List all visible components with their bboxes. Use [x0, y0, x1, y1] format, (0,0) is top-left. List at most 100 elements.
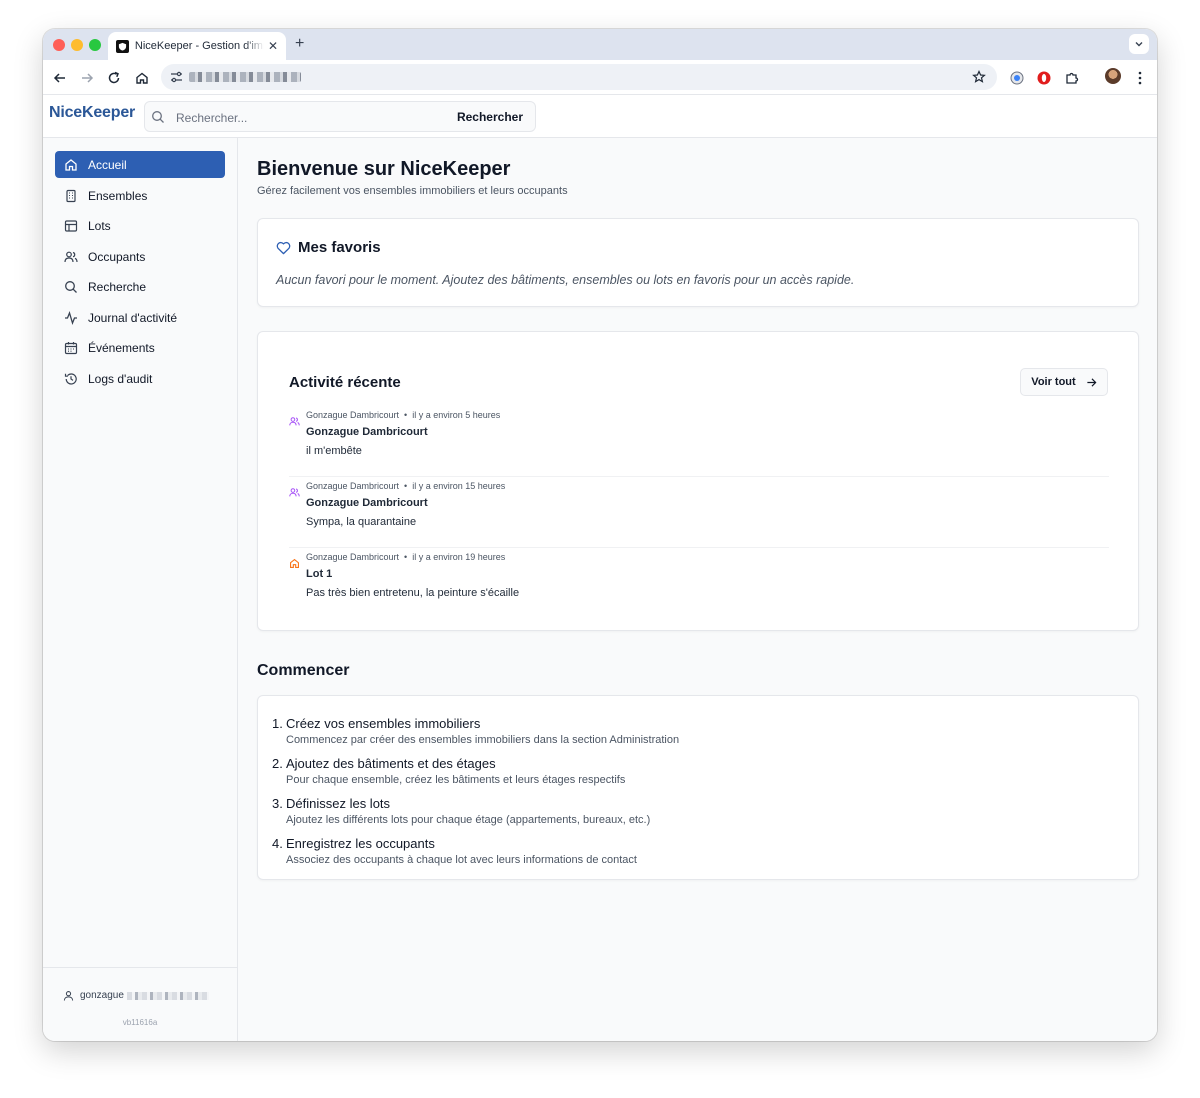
search-input[interactable]: Rechercher...: [176, 111, 247, 125]
recent-activity-title: Activité récente: [289, 374, 401, 391]
sidebar-item-evenements[interactable]: Événements: [55, 334, 225, 361]
arrow-right-icon: [82, 73, 94, 83]
users-icon: [64, 250, 78, 264]
arrow-right-icon: [1087, 377, 1097, 387]
calendar-icon: [64, 341, 78, 355]
sidebar-item-label: Accueil: [88, 157, 127, 172]
activity-meta: Gonzague Dambricourt • il y a environ 15 h…: [306, 481, 506, 491]
arrow-left-icon: [53, 73, 65, 83]
app-header: NiceKeeper Rechercher... Rechercher: [43, 95, 1157, 138]
heart-icon: [276, 241, 291, 254]
user-email-redacted: [126, 991, 209, 1000]
step-description: Associez des occupants à chaque lot avec…: [286, 854, 637, 866]
user-icon: [63, 991, 74, 1001]
activity-target[interactable]: Gonzague Dambricourt: [306, 426, 428, 438]
home-button[interactable]: [133, 69, 151, 87]
step-number: 4.: [272, 836, 283, 851]
main-content: Bienvenue sur NiceKeeper Gérez facilemen…: [238, 138, 1157, 1041]
step-title: Enregistrez les occupants: [286, 836, 435, 851]
activity-item[interactable]: Gonzague Dambricourt • il y a environ 15 h…: [289, 477, 1109, 548]
sidebar-item-journal[interactable]: Journal d'activité: [55, 304, 225, 331]
activity-author: Gonzague Dambricourt: [306, 552, 400, 562]
home-icon: [64, 158, 78, 172]
maximize-window-button[interactable]: [89, 39, 101, 51]
global-search[interactable]: Rechercher... Rechercher: [144, 101, 536, 132]
sidebar-item-label: Journal d'activité: [88, 310, 178, 325]
sidebar-item-logs-audit[interactable]: Logs d'audit: [55, 365, 225, 392]
site-info-icon[interactable]: [170, 71, 183, 83]
browser-toolbar: [43, 60, 1157, 95]
extension-password-button[interactable]: [1008, 69, 1026, 87]
page-subtitle: Gérez facilement vos ensembles immobilie…: [257, 185, 568, 197]
url-text-redacted: [189, 72, 301, 82]
search-icon: [152, 111, 164, 123]
activity-text: il m'embête: [306, 445, 362, 457]
user-account[interactable]: gonzague: [63, 990, 209, 1001]
sidebar-item-occupants[interactable]: Occupants: [55, 243, 225, 270]
sidebar-item-label: Logs d'audit: [88, 371, 153, 386]
tab-search-button[interactable]: [1129, 34, 1149, 54]
extensions-button[interactable]: [1063, 69, 1081, 87]
step-description: Ajoutez les différents lots pour chaque …: [286, 814, 651, 826]
reload-button[interactable]: [105, 69, 123, 87]
step-number: 1.: [272, 716, 283, 731]
activity-meta: Gonzague Dambricourt • il y a environ 19 h…: [306, 552, 506, 562]
activity-item[interactable]: Gonzague Dambricourt • il y a environ 19 h…: [289, 548, 1109, 619]
activity-author: Gonzague Dambricourt: [306, 410, 400, 420]
recent-activity-card: Activité récente Voir tout Gonzague Damb…: [257, 331, 1139, 631]
close-window-button[interactable]: [53, 39, 65, 51]
browser-tab[interactable]: NiceKeeper - Gestion d'immeubles ✕: [108, 32, 286, 60]
home-icon: [136, 72, 148, 84]
forward-button[interactable]: [78, 69, 96, 87]
see-all-label: Voir tout: [1031, 376, 1076, 388]
getting-started-title: Commencer: [257, 662, 350, 679]
sidebar-item-label: Occupants: [88, 249, 146, 264]
sidebar-item-accueil[interactable]: Accueil: [55, 151, 225, 178]
sidebar-item-label: Lots: [88, 218, 111, 233]
step-description: Pour chaque ensemble, créez les bâtiment…: [286, 774, 626, 786]
getting-started-card: 1. Créez vos ensembles immobiliers Comme…: [257, 695, 1139, 880]
minimize-window-button[interactable]: [71, 39, 83, 51]
activity-target[interactable]: Lot 1: [306, 568, 332, 580]
see-all-button[interactable]: Voir tout: [1020, 368, 1108, 396]
sidebar-item-label: Recherche: [88, 279, 147, 294]
activity-meta: Gonzague Dambricourt • il y a environ 5 he…: [306, 410, 501, 420]
favorites-card: Mes favoris Aucun favori pour le moment.…: [257, 218, 1139, 307]
browser-window: NiceKeeper - Gestion d'immeubles ✕ +: [43, 29, 1157, 1041]
sidebar-item-label: Ensembles: [88, 188, 148, 203]
favorites-title-text: Mes favoris: [298, 239, 381, 256]
brand-logo[interactable]: NiceKeeper: [49, 104, 135, 122]
activity-icon: [64, 310, 78, 325]
sidebar-item-label: Événements: [88, 340, 155, 355]
activity-item[interactable]: Gonzague Dambricourt • il y a environ 5 he…: [289, 406, 1109, 477]
tab-close-icon[interactable]: ✕: [268, 39, 278, 53]
new-tab-button[interactable]: +: [295, 35, 304, 53]
step-number: 2.: [272, 756, 283, 771]
activity-text: Pas très bien entretenu, la peinture s'é…: [306, 587, 520, 599]
browser-menu-button[interactable]: [1131, 69, 1149, 87]
sidebar-item-ensembles[interactable]: Ensembles: [55, 182, 225, 209]
shield-favicon-icon: [116, 39, 129, 53]
search-button[interactable]: Rechercher: [457, 110, 523, 124]
step-title: Définissez les lots: [286, 796, 391, 811]
puzzle-icon: [1066, 72, 1079, 84]
bookmark-star-icon[interactable]: [972, 70, 986, 84]
activity-author: Gonzague Dambricourt: [306, 481, 400, 491]
tab-title: NiceKeeper - Gestion d'immeubles: [134, 40, 264, 52]
profile-avatar[interactable]: [1105, 68, 1121, 84]
reload-icon: [108, 71, 120, 84]
sidebar-item-recherche[interactable]: Recherche: [55, 273, 225, 300]
sidebar-item-lots[interactable]: Lots: [55, 212, 225, 239]
users-icon: [289, 417, 300, 426]
app-version: vb11616a: [122, 1018, 158, 1027]
address-bar[interactable]: [161, 64, 997, 90]
user-name: gonzague: [80, 990, 124, 1001]
activity-text: Sympa, la quarantaine: [306, 516, 417, 528]
opera-extension-icon: [1037, 71, 1051, 85]
extension-opera-button[interactable]: [1035, 69, 1053, 87]
favorites-title: Mes favoris: [276, 239, 381, 256]
back-button[interactable]: [51, 69, 69, 87]
activity-target[interactable]: Gonzague Dambricourt: [306, 497, 428, 509]
step-title: Créez vos ensembles immobiliers: [286, 716, 481, 731]
activity-time: il y a environ 5 heures: [412, 410, 501, 420]
